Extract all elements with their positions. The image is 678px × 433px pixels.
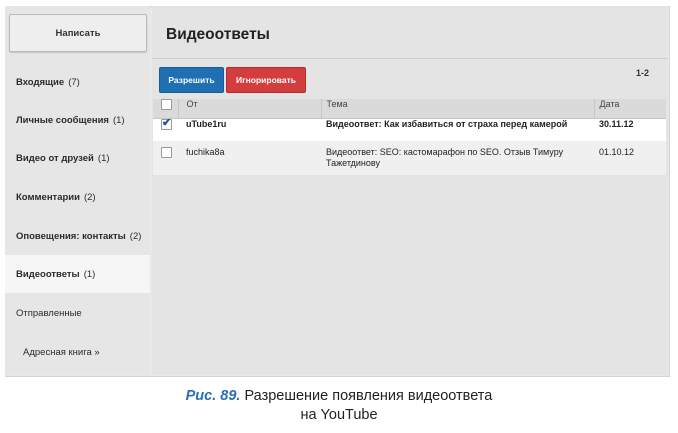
allow-button[interactable]: Разрешить bbox=[159, 67, 224, 93]
figure-caption: Рис. 89. Разрешение появления видеоответ… bbox=[0, 387, 678, 425]
row-subject[interactable]: Видеоответ: Как избавиться от страха пер… bbox=[321, 118, 594, 141]
row-date: 30.11.12 bbox=[594, 118, 666, 141]
sidebar-item-label: Видеоответы bbox=[16, 268, 80, 280]
column-header-subject[interactable]: Тема bbox=[321, 99, 595, 119]
row-checkbox[interactable] bbox=[161, 147, 172, 158]
sidebar-item-comments[interactable]: Комментарии (2) bbox=[5, 178, 150, 216]
video-responses-table: От Тема Дата uTube1ru Видеоответ: Как из… bbox=[153, 99, 666, 175]
sidebar-item-label: Личные сообщения bbox=[16, 114, 109, 126]
compose-button[interactable]: Написать bbox=[9, 14, 147, 52]
sidebar-item-label: Оповещения: контакты bbox=[16, 230, 126, 242]
title-divider bbox=[152, 58, 668, 59]
sidebar-item-label: Отправленные bbox=[16, 307, 82, 319]
sidebar-item-label: Адресная книга » bbox=[23, 346, 100, 358]
caption-line-2: на YouTube bbox=[300, 407, 378, 423]
select-all-checkbox[interactable] bbox=[161, 99, 172, 110]
sidebar-item-count: (1) bbox=[112, 114, 125, 126]
sidebar-item-private-messages[interactable]: Личные сообщения (1) bbox=[5, 101, 150, 139]
row-subject[interactable]: Видеоответ: SEO: кастомарафон по SEO. От… bbox=[321, 141, 594, 175]
column-header-date[interactable]: Дата bbox=[594, 99, 666, 119]
page-title: Видеоответы bbox=[166, 26, 270, 43]
row-select-cell bbox=[153, 116, 178, 141]
column-header-from[interactable]: От bbox=[178, 99, 322, 119]
row-date: 01.10.12 bbox=[594, 141, 666, 175]
sidebar-item-count: (1) bbox=[83, 268, 96, 280]
sidebar-item-sent[interactable]: Отправленные bbox=[5, 294, 150, 332]
row-checkbox[interactable] bbox=[161, 116, 172, 130]
pagination-range: 1-2 bbox=[636, 68, 650, 78]
table-header: От Тема Дата bbox=[153, 99, 666, 119]
sidebar-item-label: Видео от друзей bbox=[16, 152, 94, 164]
row-from: uTube1ru bbox=[178, 118, 321, 141]
sidebar-item-contact-alerts[interactable]: Оповещения: контакты (2) bbox=[5, 217, 150, 255]
sidebar-item-count: (1) bbox=[97, 152, 110, 164]
caption-line-1: Разрешение появления видеоответа bbox=[244, 388, 493, 404]
table-row[interactable]: uTube1ru Видеоответ: Как избавиться от с… bbox=[153, 116, 666, 141]
sidebar-item-label: Комментарии bbox=[16, 191, 80, 203]
ignore-button[interactable]: Игнорировать bbox=[226, 67, 306, 93]
sidebar-item-video-responses[interactable]: Видеоответы (1) bbox=[5, 255, 150, 293]
figure-label: Рис. 89. bbox=[185, 388, 241, 404]
sidebar-item-address-book[interactable]: Адресная книга » bbox=[5, 333, 150, 371]
table-row[interactable]: fuchika8a Видеоответ: SEO: кастомарафон … bbox=[153, 141, 666, 175]
row-from: fuchika8a bbox=[178, 141, 321, 175]
sidebar-item-count: (2) bbox=[83, 191, 96, 203]
sidebar-item-count: (7) bbox=[68, 76, 80, 88]
sidebar-item-friends-videos[interactable]: Видео от друзей (1) bbox=[5, 139, 150, 177]
sidebar-item-inbox[interactable]: Входящие (7) bbox=[5, 63, 150, 101]
sidebar-item-count: (2) bbox=[129, 230, 142, 242]
row-select-cell bbox=[153, 141, 178, 175]
main-panel bbox=[152, 6, 668, 375]
sidebar-item-label: Входящие bbox=[16, 76, 65, 88]
